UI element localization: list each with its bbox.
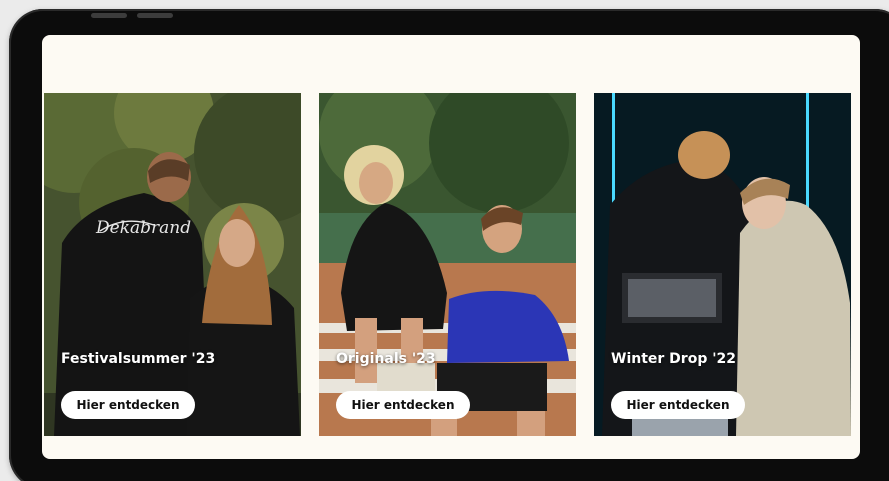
collection-card-originals[interactable]: Originals '23 Hier entdecken (319, 93, 576, 436)
collection-image (594, 93, 851, 436)
volume-button (137, 13, 173, 18)
collection-card-festivalsummer[interactable]: Dekabrand Festivalsummer '23 Hier entdec… (44, 93, 301, 436)
collection-title: Originals '23 (336, 351, 436, 367)
discover-button[interactable]: Hier entdecken (611, 391, 745, 419)
tablet-screen: Dekabrand Festivalsummer '23 Hier entdec… (42, 35, 860, 459)
collection-title: Festivalsummer '23 (61, 351, 216, 367)
volume-button (91, 13, 127, 18)
stage: Dekabrand Festivalsummer '23 Hier entdec… (0, 0, 889, 481)
discover-button[interactable]: Hier entdecken (336, 391, 470, 419)
collection-title: Winter Drop '22 (611, 351, 736, 367)
discover-button[interactable]: Hier entdecken (61, 391, 195, 419)
svg-text:Dekabrand: Dekabrand (95, 218, 191, 238)
collection-grid: Dekabrand Festivalsummer '23 Hier entdec… (44, 93, 860, 436)
collection-image: Dekabrand (44, 93, 301, 436)
collection-card-winter-drop[interactable]: Winter Drop '22 Hier entdecken (594, 93, 851, 436)
collection-image (319, 93, 576, 436)
